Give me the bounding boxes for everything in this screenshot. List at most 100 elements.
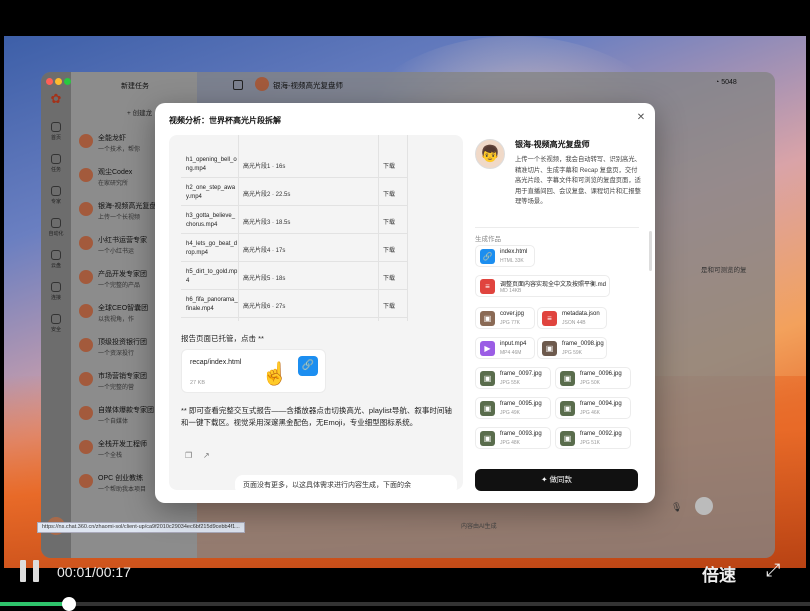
shield-icon bbox=[51, 314, 61, 324]
rail-item-security[interactable]: 安全 bbox=[45, 314, 67, 333]
agent-avatar-small bbox=[255, 77, 269, 91]
report-panel: h1_opening_bell_ong.mp4 高光片段1 · 16s 下载 h2_o… bbox=[169, 135, 463, 490]
artifact-meta: JSON 44B bbox=[562, 320, 586, 326]
file-card[interactable]: recap/index.html 27 KB 🔗 bbox=[181, 349, 326, 393]
artifact-item[interactable]: ▶ input.mp4 MP4 46M bbox=[475, 337, 535, 359]
download-link[interactable]: 下载 bbox=[383, 301, 395, 310]
video-icon: ▶ bbox=[480, 341, 495, 356]
image-icon: ▣ bbox=[480, 431, 495, 446]
conversation-item-title: 顶级投资银行团 bbox=[98, 339, 147, 346]
copy-icon[interactable]: ❐ bbox=[185, 451, 192, 460]
conversation-title[interactable]: 银海-视频高光复盘师 bbox=[273, 80, 343, 91]
doc-icon: ≡ bbox=[480, 279, 495, 294]
close-icon[interactable]: ✕ bbox=[634, 111, 648, 125]
playback-time: 00:01/00:17 bbox=[57, 564, 131, 580]
artifact-item[interactable]: ≡ 调整页面内容实现全中文及按照平衡.md MD 14KB bbox=[475, 275, 610, 297]
file-card-name: recap/index.html bbox=[190, 359, 242, 366]
artifact-meta: JPG 46K bbox=[580, 410, 601, 416]
download-link[interactable]: 下载 bbox=[383, 217, 395, 226]
artifact-scrollbar[interactable] bbox=[649, 231, 652, 271]
file-name[interactable]: h1_opening_bell_ong.mp4 bbox=[186, 156, 238, 174]
file-name[interactable]: h6_fifa_panorama_finale.mp4 bbox=[186, 296, 238, 314]
send-button[interactable] bbox=[695, 497, 713, 515]
zoom-window-icon[interactable] bbox=[64, 78, 71, 85]
download-link[interactable]: 下载 bbox=[383, 189, 395, 198]
conversation-item-subtitle: 在家研究所 bbox=[98, 181, 129, 187]
file-name[interactable]: h5_dirt_to_gold.mp4 bbox=[186, 268, 238, 286]
progress-bar[interactable] bbox=[0, 602, 810, 606]
new-task-button[interactable]: 新建任务 bbox=[121, 81, 149, 91]
artifact-name: input.mp4 bbox=[500, 341, 527, 347]
file-card-size: 27 KB bbox=[190, 380, 205, 386]
conversation-item-title: 观尘Codex bbox=[98, 169, 133, 176]
status-url: https://ns.chat.360.cn/zhaomi-sol/client… bbox=[37, 522, 245, 533]
agent-avatar: 👦 bbox=[475, 139, 505, 169]
artifact-name: cover.jpg bbox=[500, 311, 525, 317]
player-controls: 00:01/00:17 倍速 ⤢ bbox=[0, 556, 810, 611]
rail-item-tasks[interactable]: 任务 bbox=[45, 154, 67, 173]
agent-name: 银海-视频高光复盘师 bbox=[515, 140, 590, 149]
artifact-item[interactable]: 🔗 index.html HTML 33K bbox=[475, 245, 535, 267]
avatar bbox=[79, 338, 93, 352]
download-link[interactable]: 下载 bbox=[383, 161, 395, 170]
file-name[interactable]: h2_one_step_away.mp4 bbox=[186, 184, 238, 202]
artifact-item[interactable]: ▣ frame_0098.jpg JPG 59K bbox=[537, 337, 607, 359]
create-agent-button[interactable]: + 创建龙 bbox=[127, 107, 152, 117]
task-icon bbox=[51, 154, 61, 164]
image-icon: ▣ bbox=[480, 371, 495, 386]
conversation-item-subtitle: 一个全栈 bbox=[98, 453, 123, 459]
conversation-item-title: 产品开发专家团 bbox=[98, 271, 147, 278]
artifact-item[interactable]: ▣ cover.jpg JPG 77K bbox=[475, 307, 535, 329]
artifact-item[interactable]: ≡ metadata.json JSON 44B bbox=[537, 307, 607, 329]
artifact-meta: JPG 49K bbox=[500, 410, 521, 416]
share-icon[interactable]: ↗ bbox=[203, 451, 210, 460]
artifact-name: frame_0093.jpg bbox=[500, 431, 542, 437]
file-name[interactable]: h3_gotta_believe_chorus.mp4 bbox=[186, 212, 238, 230]
credits-counter[interactable]: ◔ 5048 bbox=[715, 79, 737, 86]
rail-item-home[interactable]: 首页 bbox=[45, 122, 67, 141]
clip-label: 高光片段5 · 18s bbox=[243, 276, 286, 282]
mic-icon[interactable]: 🎙 bbox=[671, 502, 682, 513]
report-description: ** 即可查看完整交互式报告——含播放器点击切换高光、playlist导航、叙事… bbox=[181, 406, 452, 427]
agent-panel: 👦 银海-视频高光复盘师 上传一个长视频，我会自动转写、识别高光、精准切片、生成… bbox=[473, 135, 643, 495]
table-row: h3_gotta_believe_chorus.mp4 高光片段3 · 18.5s… bbox=[181, 209, 407, 234]
minimize-window-icon[interactable] bbox=[55, 78, 62, 85]
artifact-item[interactable]: ▣ frame_0092.jpg JPG 51K bbox=[555, 427, 631, 449]
link-icon[interactable]: 🔗 bbox=[298, 356, 318, 376]
artifact-name: 调整页面内容实现全中文及按照平衡.md bbox=[500, 282, 607, 288]
phone-icon bbox=[51, 282, 61, 292]
download-link[interactable]: 下载 bbox=[383, 245, 395, 254]
fullscreen-icon[interactable]: ⤢ bbox=[766, 560, 780, 581]
pause-button[interactable] bbox=[20, 560, 40, 582]
rail-item-connect[interactable]: 连接 bbox=[45, 282, 67, 301]
avatar bbox=[79, 440, 93, 454]
speed-button[interactable]: 倍速 bbox=[702, 561, 736, 586]
artifact-item[interactable]: ▣ frame_0097.jpg JPG 55K bbox=[475, 367, 551, 389]
make-same-button[interactable]: ✦ 做同款 bbox=[475, 469, 638, 491]
download-link[interactable]: 下载 bbox=[383, 273, 395, 282]
avatar bbox=[79, 236, 93, 250]
artifact-item[interactable]: ▣ frame_0096.jpg JPG 50K bbox=[555, 367, 631, 389]
image-icon: ▣ bbox=[542, 341, 557, 356]
artifact-meta: JPG 48K bbox=[500, 440, 521, 446]
avatar bbox=[79, 202, 93, 216]
artifact-item[interactable]: ▣ frame_0093.jpg JPG 48K bbox=[475, 427, 551, 449]
file-name[interactable]: h4_lets_go_beat_drop.mp4 bbox=[186, 240, 238, 258]
rail-item-experts[interactable]: 专家 bbox=[45, 186, 67, 205]
close-window-icon[interactable] bbox=[46, 78, 53, 85]
doc-icon: ≡ bbox=[542, 311, 557, 326]
artifact-name: frame_0098.jpg bbox=[562, 341, 604, 347]
sidebar-toggle-icon[interactable] bbox=[233, 80, 243, 90]
rail-item-automation[interactable]: 自动化 bbox=[45, 218, 67, 237]
rail-item-cloud[interactable]: 云盘 bbox=[45, 250, 67, 269]
lobster-logo-icon: ✿ bbox=[50, 91, 62, 106]
conversation-item-title: 全栈开发工程师 bbox=[98, 441, 147, 448]
artifact-item[interactable]: ▣ frame_0095.jpg JPG 49K bbox=[475, 397, 551, 419]
progress-knob[interactable] bbox=[62, 597, 76, 611]
user-message: 页面没有更多，以这具体需求进行内容生成，下面的余 bbox=[235, 475, 457, 490]
conversation-item-subtitle: 一个小红书运 bbox=[98, 249, 135, 255]
artifact-item[interactable]: ▣ frame_0094.jpg JPG 46K bbox=[555, 397, 631, 419]
conversation-item-title: 市场营销专家团 bbox=[98, 373, 147, 380]
artifact-name: frame_0094.jpg bbox=[580, 401, 622, 407]
conversation-item-subtitle: 一个帮助我本项目 bbox=[98, 487, 147, 493]
